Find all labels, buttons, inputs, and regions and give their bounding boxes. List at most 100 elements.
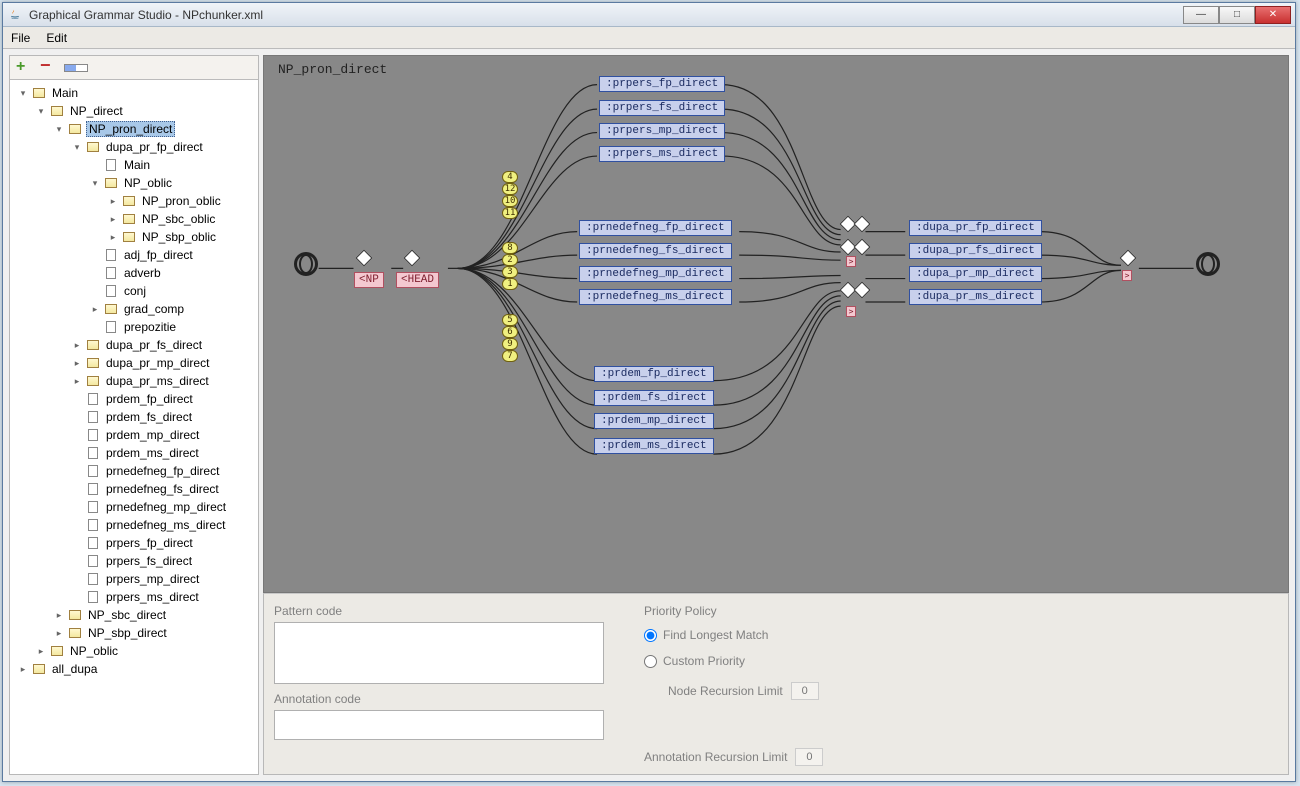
tree-item[interactable]: ▸NP_sbp_direct [12, 624, 256, 642]
expand-icon[interactable]: ▸ [54, 628, 64, 639]
remove-icon[interactable]: − [40, 60, 56, 76]
maximize-button[interactable]: □ [1219, 6, 1255, 24]
tree-item[interactable]: ▾NP_pron_direct [12, 120, 256, 138]
diamond-mid[interactable] [854, 282, 871, 299]
node-prdem-ms[interactable]: :prdem_ms_direct [594, 438, 714, 454]
tree-item[interactable]: prnedefneg_fp_direct [12, 462, 256, 480]
close-button[interactable]: ✕ [1255, 6, 1291, 24]
expand-icon[interactable]: ▸ [72, 376, 82, 387]
node-prpers-mp[interactable]: :prpers_mp_direct [599, 123, 725, 139]
tree-item[interactable]: prdem_ms_direct [12, 444, 256, 462]
node-prdem-fs[interactable]: :prdem_fs_direct [594, 390, 714, 406]
node-dupa-fs[interactable]: :dupa_pr_fs_direct [909, 243, 1042, 259]
folder-icon [122, 230, 136, 244]
collapse-icon[interactable]: ▾ [18, 88, 28, 99]
diamond-mid[interactable] [854, 216, 871, 233]
graph-canvas[interactable]: NP_pron_direct [263, 55, 1289, 593]
expand-icon[interactable]: ▸ [72, 358, 82, 369]
node-prnedefneg-fs[interactable]: :prnedefneg_fs_direct [579, 243, 732, 259]
tree-item[interactable]: prnedefneg_ms_direct [12, 516, 256, 534]
tree-item[interactable]: ▸grad_comp [12, 300, 256, 318]
annotation-recursion-input[interactable] [795, 748, 823, 766]
end-terminal[interactable] [1196, 252, 1220, 276]
start-terminal[interactable] [294, 252, 318, 276]
tree-item[interactable]: ▸NP_sbc_direct [12, 606, 256, 624]
tree-item[interactable]: ▸NP_pron_oblic [12, 192, 256, 210]
tree-item[interactable]: ▸dupa_pr_ms_direct [12, 372, 256, 390]
tree-item[interactable]: Main [12, 156, 256, 174]
tree-item[interactable]: prdem_fs_direct [12, 408, 256, 426]
pattern-code-input[interactable] [274, 622, 604, 684]
tag-np[interactable]: <NP [354, 272, 384, 288]
node-prdem-fp[interactable]: :prdem_fp_direct [594, 366, 714, 382]
menu-edit[interactable]: Edit [46, 31, 67, 45]
tag-gt[interactable]: > [846, 256, 856, 267]
tree-item[interactable]: prpers_mp_direct [12, 570, 256, 588]
tag-gt[interactable]: > [1122, 270, 1132, 281]
tree-item[interactable]: prepozitie [12, 318, 256, 336]
tree-item[interactable]: prdem_fp_direct [12, 390, 256, 408]
tree-item-label: dupa_pr_fp_direct [104, 140, 205, 154]
menu-file[interactable]: File [11, 31, 30, 45]
tree-item-label: NP_direct [68, 104, 125, 118]
expand-icon[interactable]: ▸ [18, 664, 28, 675]
grammar-tree[interactable]: ▾Main▾NP_direct▾NP_pron_direct▾dupa_pr_f… [10, 80, 258, 774]
tree-item[interactable]: prpers_fs_direct [12, 552, 256, 570]
tree-item[interactable]: prdem_mp_direct [12, 426, 256, 444]
tree-item[interactable]: prnedefneg_fs_direct [12, 480, 256, 498]
tree-item[interactable]: prpers_fp_direct [12, 534, 256, 552]
node-prpers-fs[interactable]: :prpers_fs_direct [599, 100, 725, 116]
node-dupa-fp[interactable]: :dupa_pr_fp_direct [909, 220, 1042, 236]
diamond-head-in[interactable] [404, 250, 421, 267]
radio-longest-match-input[interactable] [644, 629, 657, 642]
expand-icon[interactable]: ▸ [72, 340, 82, 351]
tree-item[interactable]: ▾ dupa_pr_fp_direct [12, 138, 256, 156]
node-prdem-mp[interactable]: :prdem_mp_direct [594, 413, 714, 429]
tree-item[interactable]: ▸dupa_pr_mp_direct [12, 354, 256, 372]
node-dupa-ms[interactable]: :dupa_pr_ms_direct [909, 289, 1042, 305]
radio-longest-match[interactable]: Find Longest Match [644, 628, 823, 642]
node-prpers-fp[interactable]: :prpers_fp_direct [599, 76, 725, 92]
diamond-mid[interactable] [854, 239, 871, 256]
tag-head[interactable]: <HEAD [396, 272, 439, 288]
node-prpers-ms[interactable]: :prpers_ms_direct [599, 146, 725, 162]
file-icon [86, 482, 100, 496]
tag-gt[interactable]: > [846, 306, 856, 317]
expand-icon[interactable]: ▸ [108, 196, 118, 207]
radio-custom-priority-input[interactable] [644, 655, 657, 668]
node-dupa-mp[interactable]: :dupa_pr_mp_direct [909, 266, 1042, 282]
expand-icon[interactable]: ▸ [108, 214, 118, 225]
diamond-end[interactable] [1120, 250, 1137, 267]
tree-item[interactable]: ▸NP_sbc_oblic [12, 210, 256, 228]
tree-item[interactable]: ▸NP_sbp_oblic [12, 228, 256, 246]
tree-item[interactable]: adverb [12, 264, 256, 282]
collapse-icon[interactable]: ▾ [36, 106, 46, 117]
tree-item[interactable]: adj_fp_direct [12, 246, 256, 264]
tree-item[interactable]: ▸dupa_pr_fs_direct [12, 336, 256, 354]
tree-item[interactable]: ▾ NP_direct [12, 102, 256, 120]
node-prnedefneg-ms[interactable]: :prnedefneg_ms_direct [579, 289, 732, 305]
diamond-np-in[interactable] [356, 250, 373, 267]
add-icon[interactable]: + [16, 60, 32, 76]
tree-item[interactable]: ▾Main [12, 84, 256, 102]
collapse-icon[interactable]: ▾ [54, 124, 64, 135]
tree-item[interactable]: ▸NP_oblic [12, 642, 256, 660]
tree-item[interactable]: conj [12, 282, 256, 300]
tree-item[interactable]: ▸all_dupa [12, 660, 256, 678]
tree-item[interactable]: prnedefneg_mp_direct [12, 498, 256, 516]
rename-icon[interactable] [64, 64, 88, 72]
tree-item[interactable]: prpers_ms_direct [12, 588, 256, 606]
radio-custom-priority[interactable]: Custom Priority [644, 654, 823, 668]
node-prnedefneg-fp[interactable]: :prnedefneg_fp_direct [579, 220, 732, 236]
minimize-button[interactable]: — [1183, 6, 1219, 24]
expand-icon[interactable]: ▸ [54, 610, 64, 621]
expand-icon[interactable]: ▸ [36, 646, 46, 657]
node-recursion-input[interactable] [791, 682, 819, 700]
node-prnedefneg-mp[interactable]: :prnedefneg_mp_direct [579, 266, 732, 282]
tree-item[interactable]: ▾NP_oblic [12, 174, 256, 192]
expand-icon[interactable]: ▸ [108, 232, 118, 243]
collapse-icon[interactable]: ▾ [90, 178, 100, 189]
expand-icon[interactable]: ▸ [90, 304, 100, 315]
collapse-icon[interactable]: ▾ [72, 142, 82, 153]
annotation-code-input[interactable] [274, 710, 604, 740]
